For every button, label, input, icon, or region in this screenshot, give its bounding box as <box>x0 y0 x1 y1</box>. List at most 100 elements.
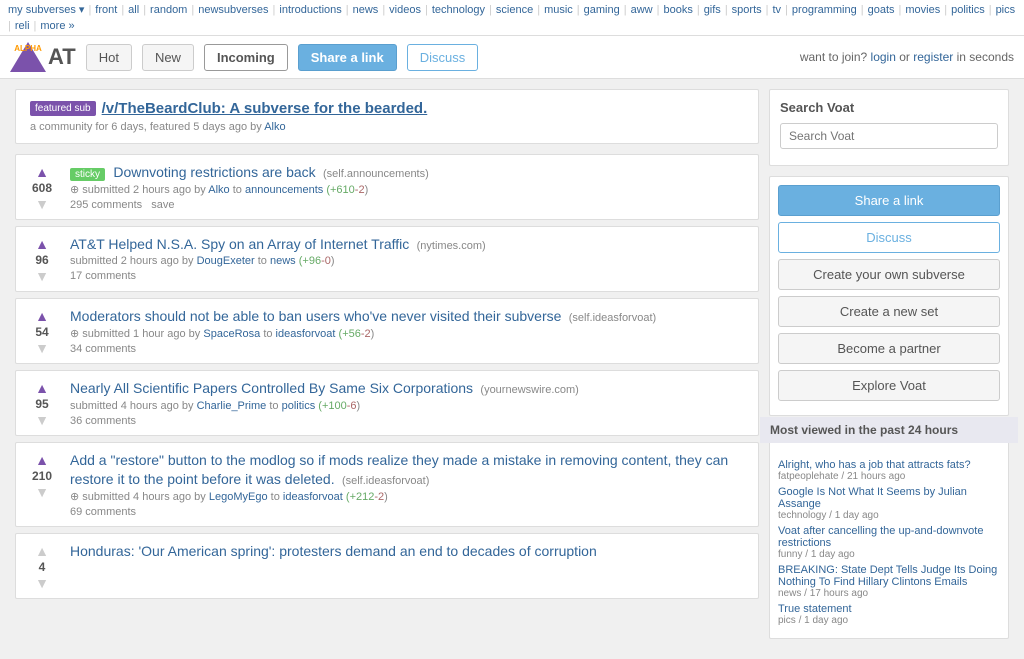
create-set-button[interactable]: Create a new set <box>778 296 1000 327</box>
nav-newsubverses[interactable]: newsubverses <box>198 4 268 16</box>
comments-link[interactable]: 36 comments <box>70 415 136 427</box>
post-author[interactable]: Alko <box>208 184 229 196</box>
upvote-arrow[interactable]: ▲ <box>35 165 49 179</box>
post-actions: 34 comments <box>70 343 748 355</box>
post-title-line: sticky Downvoting restrictions are back … <box>70 163 748 181</box>
post-title-line: AT&T Helped N.S.A. Spy on an Array of In… <box>70 235 748 253</box>
featured-title[interactable]: /v/TheBeardClub: A subverse for the bear… <box>102 100 428 117</box>
post-author[interactable]: LegoMyEgo <box>209 491 268 503</box>
most-viewed-link[interactable]: True statement <box>778 603 1000 615</box>
downvote-arrow[interactable]: ▼ <box>35 485 49 499</box>
most-viewed-link[interactable]: BREAKING: State Dept Tells Judge Its Doi… <box>778 564 1000 588</box>
nav-goats[interactable]: goats <box>868 4 895 16</box>
nav-science[interactable]: science <box>496 4 533 16</box>
nav-politics[interactable]: politics <box>951 4 985 16</box>
nav-gifs[interactable]: gifs <box>704 4 721 16</box>
downvote-arrow[interactable]: ▼ <box>35 341 49 355</box>
vote-count: 4 <box>39 560 46 574</box>
post-title[interactable]: Nearly All Scientific Papers Controlled … <box>70 380 473 396</box>
nav-programming[interactable]: programming <box>792 4 857 16</box>
post-author[interactable]: SpaceRosa <box>203 328 260 340</box>
create-subverse-button[interactable]: Create your own subverse <box>778 259 1000 290</box>
tab-incoming[interactable]: Incoming <box>204 44 288 71</box>
featured-label: featured sub <box>30 101 96 116</box>
tab-new[interactable]: New <box>142 44 194 71</box>
register-link[interactable]: register <box>913 50 953 64</box>
upvote-arrow[interactable]: ▲ <box>35 453 49 467</box>
post-actions: 295 comments save <box>70 199 748 211</box>
post-item: ▲ 96 ▼ AT&T Helped N.S.A. Spy on an Arra… <box>15 226 759 292</box>
nav-sports[interactable]: sports <box>732 4 762 16</box>
save-link[interactable]: save <box>151 199 174 211</box>
post-title[interactable]: Honduras: 'Our American spring': protest… <box>70 543 597 559</box>
upvote-arrow[interactable]: ▲ <box>35 544 49 558</box>
most-viewed-item: Voat after cancelling the up-and-downvot… <box>778 525 1000 560</box>
tab-hot[interactable]: Hot <box>86 44 132 71</box>
downvote-arrow[interactable]: ▼ <box>35 413 49 427</box>
comments-link[interactable]: 69 comments <box>70 506 136 518</box>
most-viewed-link[interactable]: Voat after cancelling the up-and-downvot… <box>778 525 1000 549</box>
most-viewed-link[interactable]: Alright, who has a job that attracts fat… <box>778 459 1000 471</box>
post-title[interactable]: Moderators should not be able to ban use… <box>70 308 561 324</box>
explore-voat-button[interactable]: Explore Voat <box>778 370 1000 401</box>
nav-news[interactable]: news <box>353 4 379 16</box>
nav-technology[interactable]: technology <box>432 4 485 16</box>
nav-introductions[interactable]: introductions <box>279 4 341 16</box>
submitted-icon: ⊕ <box>70 328 79 340</box>
nav-all[interactable]: all <box>128 4 139 16</box>
post-title[interactable]: AT&T Helped N.S.A. Spy on an Array of In… <box>70 236 409 252</box>
post-body: Honduras: 'Our American spring': protest… <box>70 542 748 560</box>
nav-gaming[interactable]: gaming <box>584 4 620 16</box>
most-viewed-link[interactable]: Google Is Not What It Seems by Julian As… <box>778 486 1000 510</box>
post-author[interactable]: Charlie_Prime <box>197 400 267 412</box>
search-input[interactable] <box>780 123 998 149</box>
post-title[interactable]: Downvoting restrictions are back <box>113 164 315 180</box>
nav-books[interactable]: books <box>663 4 692 16</box>
featured-author[interactable]: Alko <box>264 121 285 133</box>
nav-movies[interactable]: movies <box>905 4 940 16</box>
post-actions: 69 comments <box>70 506 748 518</box>
nav-music[interactable]: music <box>544 4 573 16</box>
nav-random[interactable]: random <box>150 4 187 16</box>
tab-share-link[interactable]: Share a link <box>298 44 397 71</box>
comments-link[interactable]: 295 comments <box>70 199 142 211</box>
post-sub[interactable]: ideasforvoat <box>283 491 343 503</box>
post-title-line: Nearly All Scientific Papers Controlled … <box>70 379 748 397</box>
post-item: ▲ 54 ▼ Moderators should not be able to … <box>15 298 759 364</box>
post-body: AT&T Helped N.S.A. Spy on an Array of In… <box>70 235 748 282</box>
share-link-button[interactable]: Share a link <box>778 185 1000 216</box>
nav-more[interactable]: more » <box>40 20 74 32</box>
main: featured sub /v/TheBeardClub: A subverse… <box>7 89 1017 649</box>
post-sub[interactable]: politics <box>282 400 316 412</box>
nav-reli[interactable]: reli <box>15 20 30 32</box>
upvote-arrow[interactable]: ▲ <box>35 237 49 251</box>
post-sub[interactable]: news <box>270 255 296 267</box>
my-subverses-link[interactable]: my subverses ▾ <box>8 3 84 16</box>
most-viewed-item: True statement pics / 1 day ago <box>778 603 1000 626</box>
post-meta: submitted 4 hours ago by Charlie_Prime t… <box>70 400 748 412</box>
upvote-arrow[interactable]: ▲ <box>35 381 49 395</box>
post-item: ▲ 210 ▼ Add a "restore" button to the mo… <box>15 442 759 526</box>
discuss-button[interactable]: Discuss <box>778 222 1000 253</box>
most-viewed-item: Google Is Not What It Seems by Julian As… <box>778 486 1000 521</box>
post-sub[interactable]: announcements <box>245 184 323 196</box>
nav-pics[interactable]: pics <box>996 4 1016 16</box>
nav-front[interactable]: front <box>95 4 117 16</box>
comments-link[interactable]: 17 comments <box>70 270 136 282</box>
become-partner-button[interactable]: Become a partner <box>778 333 1000 364</box>
downvote-arrow[interactable]: ▼ <box>35 197 49 211</box>
downvote-arrow[interactable]: ▼ <box>35 269 49 283</box>
nav-videos[interactable]: videos <box>389 4 421 16</box>
post-sub[interactable]: ideasforvoat <box>276 328 336 340</box>
tab-discuss[interactable]: Discuss <box>407 44 479 71</box>
top-nav: my subverses ▾ | front | all | random | … <box>0 0 1024 36</box>
vote-column: ▲ 608 ▼ <box>24 163 60 211</box>
nav-tv[interactable]: tv <box>773 4 782 16</box>
upvote-arrow[interactable]: ▲ <box>35 309 49 323</box>
comments-link[interactable]: 34 comments <box>70 343 136 355</box>
post-author[interactable]: DougExeter <box>197 255 255 267</box>
most-viewed-meta: fatpeoplehate / 21 hours ago <box>778 471 1000 482</box>
nav-aww[interactable]: aww <box>631 4 653 16</box>
login-link[interactable]: login <box>871 50 896 64</box>
downvote-arrow[interactable]: ▼ <box>35 576 49 590</box>
